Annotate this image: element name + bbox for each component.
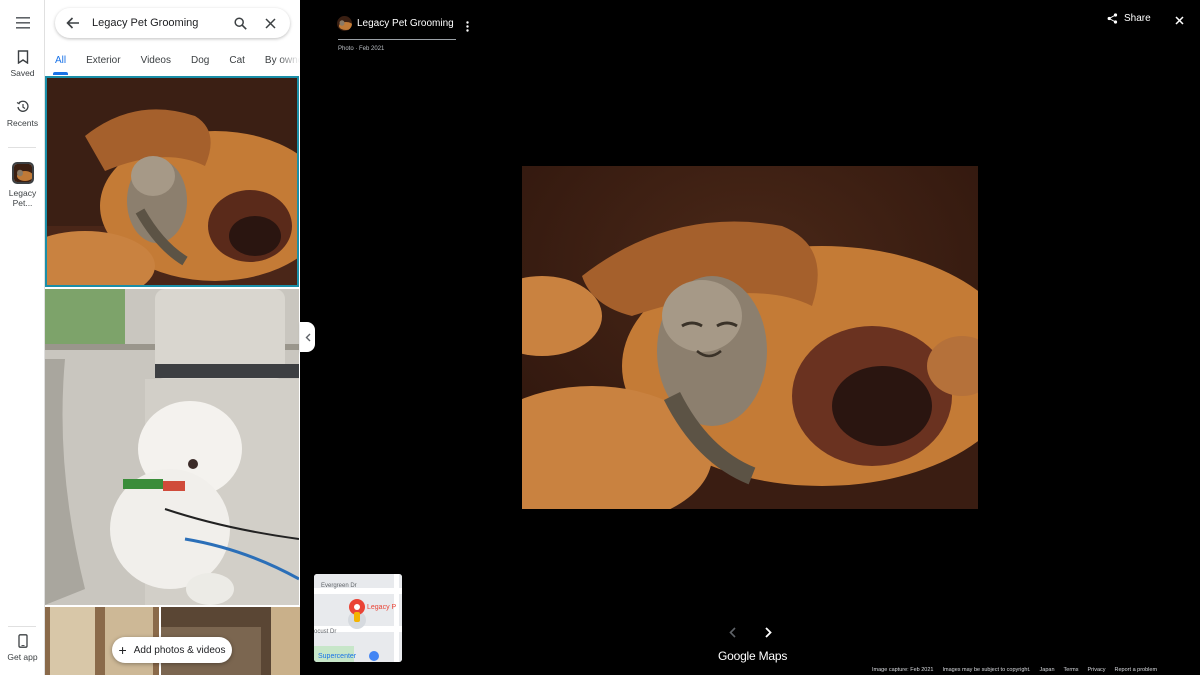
history-icon bbox=[16, 100, 29, 112]
share-button[interactable]: Share bbox=[1107, 13, 1151, 24]
rail-saved[interactable]: Saved bbox=[0, 50, 45, 78]
footer-terms-link[interactable]: Terms bbox=[1064, 667, 1079, 673]
chevron-right-icon bbox=[764, 626, 772, 638]
rail-recents-label: Recents bbox=[6, 118, 39, 128]
tab-cat[interactable]: Cat bbox=[219, 48, 255, 75]
menu-icon[interactable] bbox=[12, 12, 34, 34]
footer-report-link[interactable]: Report a problem bbox=[1115, 667, 1158, 673]
close-icon[interactable] bbox=[1172, 13, 1186, 27]
rail-saved-label: Saved bbox=[10, 68, 35, 78]
rail-place-label-1: Legacy bbox=[8, 188, 37, 198]
bookmark-icon bbox=[17, 50, 28, 64]
chevron-left-icon bbox=[305, 333, 310, 341]
clear-search-icon[interactable] bbox=[258, 11, 282, 35]
photos-panel: All Exterior Videos Dog Cat By owner bbox=[45, 0, 300, 675]
add-photos-videos-button[interactable]: + Add photos & videos bbox=[112, 637, 232, 663]
place-thumbnail bbox=[11, 162, 34, 184]
mini-map[interactable]: Evergreen Dr Legacy P ocust Dr Supercent… bbox=[314, 574, 402, 662]
photo-thumbnail-dog-kitten[interactable] bbox=[45, 76, 299, 287]
share-label: Share bbox=[1124, 13, 1151, 24]
viewer-place-header: Legacy Pet Grooming bbox=[337, 16, 454, 31]
more-options-icon[interactable] bbox=[460, 18, 474, 34]
minimap-place-label: Legacy P bbox=[367, 604, 397, 611]
rail-divider bbox=[8, 147, 36, 148]
minimap-street-locust: ocust Dr bbox=[314, 629, 337, 635]
search-input[interactable] bbox=[92, 17, 222, 29]
tab-exterior[interactable]: Exterior bbox=[76, 48, 130, 75]
rail-divider-bottom bbox=[8, 626, 36, 627]
main-photo-dog-kitten bbox=[522, 166, 978, 509]
search-icon[interactable] bbox=[228, 11, 252, 35]
minimap-store-label: Supercenter bbox=[318, 653, 357, 660]
viewer-place-name[interactable]: Legacy Pet Grooming bbox=[357, 18, 454, 29]
rail-place-label-2: Pet... bbox=[12, 198, 33, 208]
phone-icon bbox=[17, 634, 28, 648]
google-maps-logo: Google Maps bbox=[718, 649, 788, 663]
rail-place-legacy-pet[interactable]: Legacy Pet... bbox=[0, 162, 45, 208]
minimap-street-evergreen: Evergreen Dr bbox=[321, 583, 357, 589]
add-photos-label: Add photos & videos bbox=[133, 644, 226, 656]
share-icon bbox=[1107, 13, 1118, 24]
rail-get-app[interactable]: Get app bbox=[0, 634, 45, 662]
image-capture-date: Image capture: Feb 2021 bbox=[872, 667, 934, 673]
place-name-underline bbox=[338, 39, 456, 40]
photo-thumbnail-white-dog[interactable] bbox=[45, 289, 299, 605]
copyright-notice: Images may be subject to copyright. bbox=[942, 667, 1031, 673]
footer-privacy-link[interactable]: Privacy bbox=[1088, 667, 1106, 673]
photo-meta: Photo · Feb 2021 bbox=[338, 46, 385, 52]
viewer-footer: Image capture: Feb 2021 Images may be su… bbox=[872, 667, 1157, 673]
collapse-panel-button[interactable] bbox=[300, 322, 315, 352]
next-photo-button[interactable] bbox=[760, 624, 776, 640]
rail-get-app-label: Get app bbox=[7, 652, 38, 662]
chevron-left-icon bbox=[728, 626, 736, 638]
back-arrow-icon[interactable] bbox=[58, 8, 88, 38]
left-rail: Saved Recents Legacy Pet... Get app bbox=[0, 0, 45, 675]
tab-all[interactable]: All bbox=[45, 48, 76, 75]
tab-videos[interactable]: Videos bbox=[131, 48, 181, 75]
place-avatar bbox=[337, 16, 352, 31]
photo-category-tabs: All Exterior Videos Dog Cat By owner bbox=[45, 48, 300, 75]
footer-region-link[interactable]: Japan bbox=[1040, 667, 1055, 673]
plus-icon: + bbox=[118, 642, 127, 658]
search-box bbox=[55, 8, 290, 38]
tab-dog[interactable]: Dog bbox=[181, 48, 219, 75]
previous-photo-button[interactable] bbox=[724, 624, 740, 640]
tab-by-owner[interactable]: By owner bbox=[255, 48, 300, 75]
rail-recents[interactable]: Recents bbox=[0, 100, 45, 128]
